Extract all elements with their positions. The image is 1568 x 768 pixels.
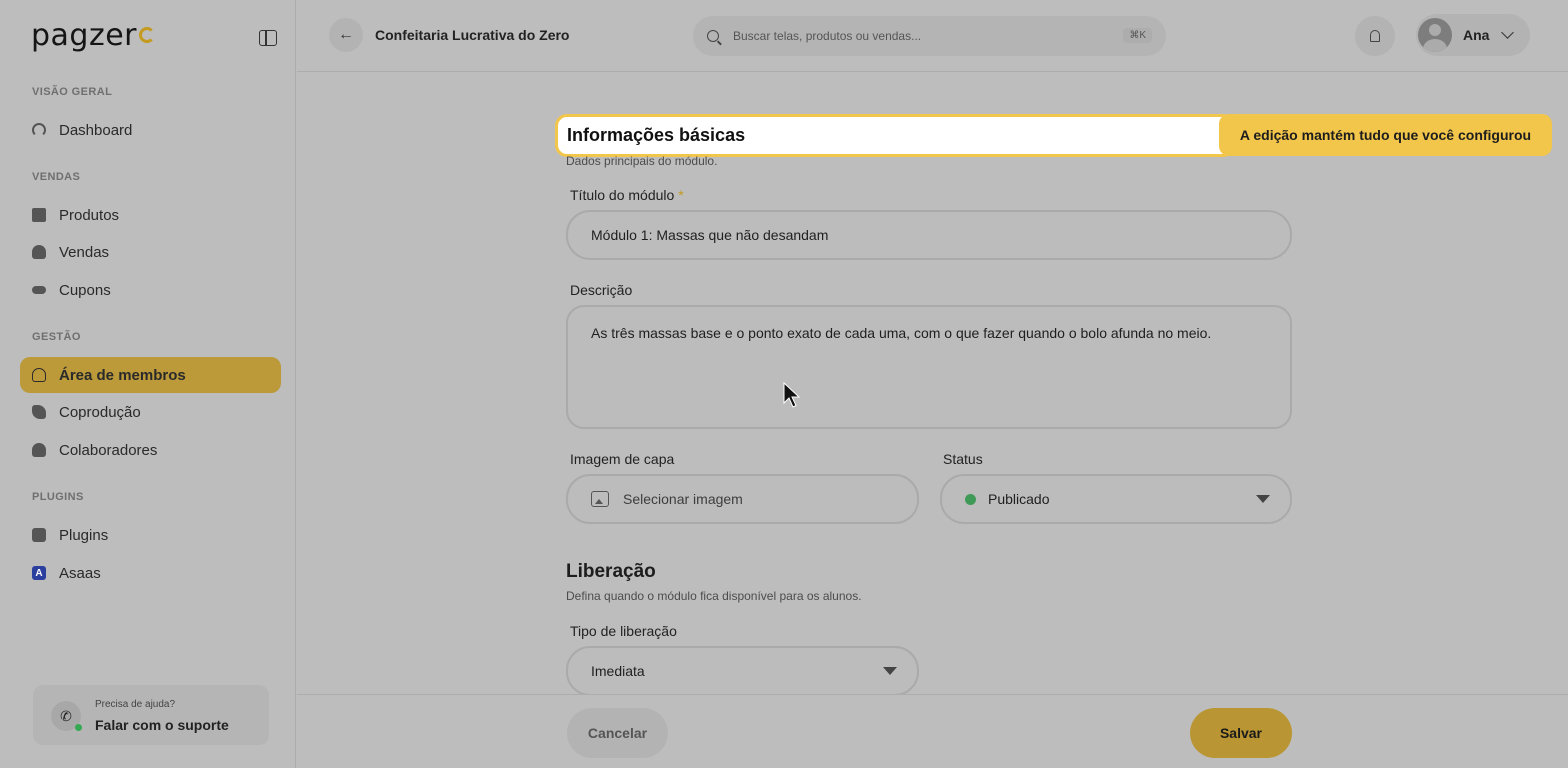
sidebar: pagzer VISÃO GERAL Dashboard VENDAS Prod…	[0, 0, 296, 768]
avatar	[1418, 18, 1452, 52]
logo-text: pagzer	[31, 18, 138, 53]
status-value: Publicado	[988, 491, 1050, 507]
coupon-icon	[32, 286, 46, 294]
online-dot	[75, 724, 82, 731]
module-title-label-text: Título do módulo	[570, 187, 675, 203]
sidebar-item-plugins[interactable]: Plugins	[20, 517, 281, 553]
support-card[interactable]: ✆ Precisa de ajuda? Falar com o suporte	[33, 685, 269, 745]
sidebar-item-asaas[interactable]: A Asaas	[20, 555, 281, 591]
members-icon	[32, 368, 46, 382]
sidebar-item-members-area[interactable]: Área de membros	[20, 357, 281, 393]
status-dot	[965, 493, 976, 505]
sidebar-item-label: Colaboradores	[59, 441, 158, 459]
sidebar-item-dashboard[interactable]: Dashboard	[20, 112, 281, 148]
search-bar[interactable]: ⌘K	[693, 16, 1166, 56]
status-label: Status	[943, 451, 983, 467]
sidebar-item-products[interactable]: Produtos	[20, 197, 281, 233]
handshake-icon	[32, 405, 46, 419]
collaborators-icon	[32, 443, 46, 457]
module-title-label: Título do módulo *	[570, 187, 684, 203]
image-icon	[591, 491, 609, 507]
required-marker: *	[678, 187, 684, 203]
sidebar-item-label: Cupons	[59, 281, 111, 299]
section-label-plugins: PLUGINS	[32, 491, 84, 503]
section-subtitle-release: Defina quando o módulo fica disponível p…	[566, 589, 862, 603]
release-type-value: Imediata	[591, 663, 645, 679]
description-value: As três massas base e o ponto exato de c…	[591, 325, 1212, 341]
release-type-select[interactable]: Imediata	[566, 646, 919, 696]
sidebar-item-label: Coprodução	[59, 403, 141, 421]
sidebar-item-label: Área de membros	[59, 366, 186, 384]
select-cover-image-text: Selecionar imagem	[623, 491, 743, 507]
sidebar-item-label: Dashboard	[59, 121, 133, 139]
arrow-left-icon: ←	[338, 26, 354, 43]
onboarding-tooltip: A edição mantém tudo que você configurou	[1219, 114, 1552, 156]
search-shortcut: ⌘K	[1123, 28, 1152, 43]
puzzle-icon	[32, 528, 46, 542]
select-cover-image-button[interactable]: Selecionar imagem	[566, 474, 919, 524]
sidebar-item-coupons[interactable]: Cupons	[20, 272, 281, 308]
user-menu[interactable]: Ana	[1416, 14, 1530, 56]
sidebar-item-label: Vendas	[59, 243, 110, 261]
save-button[interactable]: Salvar	[1190, 708, 1292, 758]
user-name: Ana	[1463, 27, 1490, 43]
sidebar-item-label: Plugins	[59, 526, 109, 544]
description-label: Descrição	[570, 282, 633, 298]
form-footer: Cancelar Salvar	[297, 694, 1568, 768]
cover-image-label: Imagem de capa	[570, 451, 675, 467]
notifications-button[interactable]	[1355, 16, 1395, 56]
products-icon	[32, 208, 46, 222]
section-label-sales: VENDAS	[32, 171, 81, 183]
caret-down-icon	[1256, 495, 1270, 503]
caret-down-icon	[883, 667, 897, 675]
search-icon	[707, 30, 719, 42]
sidebar-item-label: Asaas	[59, 564, 101, 582]
logo[interactable]: pagzer	[31, 18, 156, 53]
page-title: Confeitaria Lucrativa do Zero	[375, 27, 570, 43]
sidebar-item-sales[interactable]: Vendas	[20, 234, 281, 270]
section-title-basic-info: Informações básicas	[555, 114, 1235, 157]
module-title-value: Módulo 1: Massas que não desandam	[591, 227, 829, 243]
search-input[interactable]	[733, 29, 1103, 43]
sidebar-toggle-icon[interactable]	[259, 30, 277, 46]
module-title-input[interactable]: Módulo 1: Massas que não desandam	[566, 210, 1292, 260]
support-caption: Precisa de ajuda?	[95, 699, 176, 710]
top-bar: ← Confeitaria Lucrativa do Zero ⌘K Ana	[297, 0, 1568, 72]
back-button[interactable]: ←	[329, 18, 363, 52]
section-title-text: Informações básicas	[567, 125, 746, 145]
section-title-release: Liberação	[566, 561, 656, 582]
sidebar-item-collaborators[interactable]: Colaboradores	[20, 432, 281, 468]
sales-icon	[32, 245, 46, 259]
bell-icon	[1370, 30, 1380, 42]
logo-o-icon	[139, 26, 156, 43]
cancel-button[interactable]: Cancelar	[567, 708, 668, 758]
asaas-icon: A	[32, 566, 46, 580]
sidebar-item-label: Produtos	[59, 206, 120, 224]
chevron-down-icon	[1501, 26, 1515, 39]
section-subtitle-basic-info: Dados principais do módulo.	[566, 154, 718, 168]
whatsapp-icon: ✆	[51, 701, 82, 731]
support-link[interactable]: Falar com o suporte	[95, 717, 229, 733]
description-textarea[interactable]: As três massas base e o ponto exato de c…	[566, 305, 1292, 429]
section-label-management: GESTÃO	[32, 331, 81, 343]
section-label-overview: VISÃO GERAL	[32, 86, 113, 98]
sidebar-item-coproduction[interactable]: Coprodução	[20, 394, 281, 430]
dashboard-icon	[32, 123, 46, 137]
status-select[interactable]: Publicado	[940, 474, 1292, 524]
release-type-label: Tipo de liberação	[570, 623, 677, 639]
